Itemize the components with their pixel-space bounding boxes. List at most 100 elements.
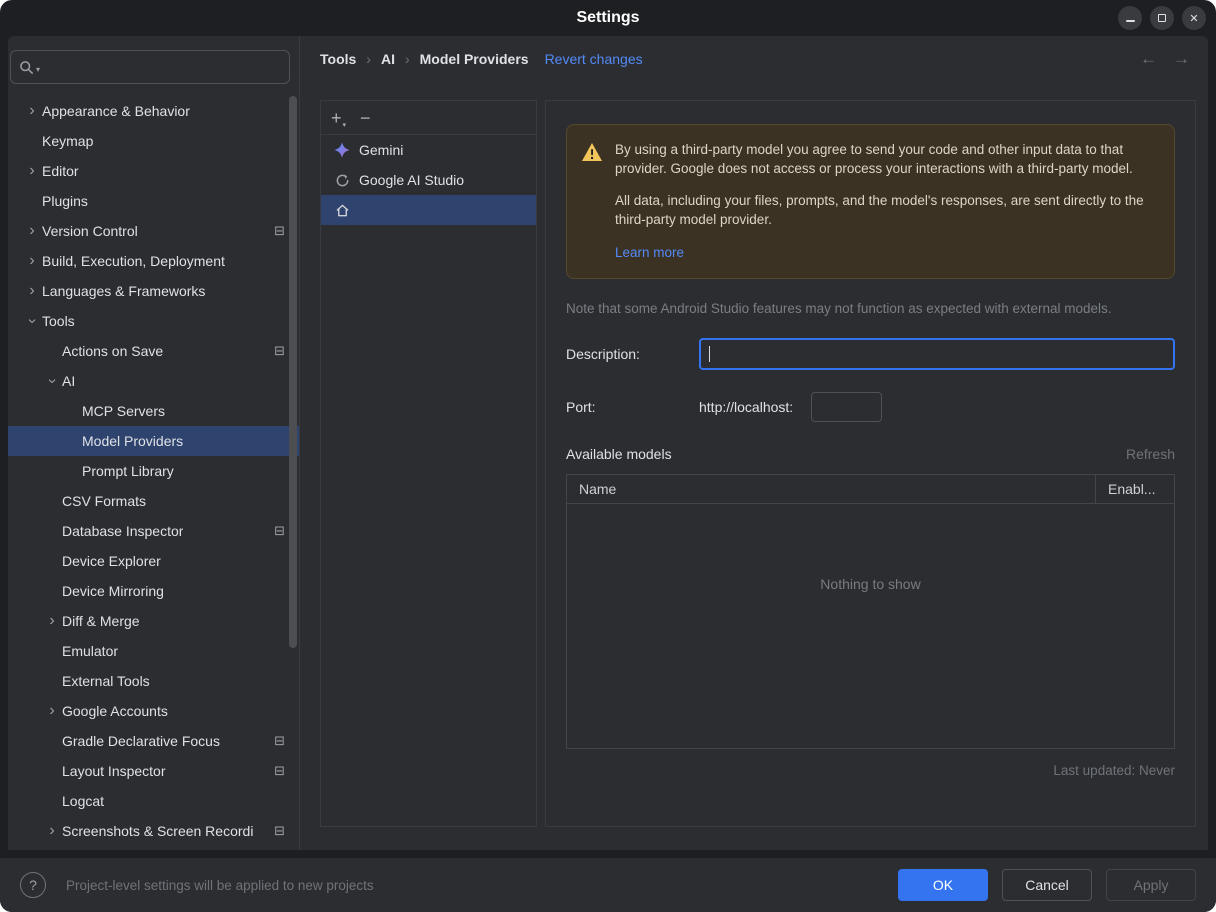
provider-list: Gemini Google AI Studio [321, 135, 536, 225]
sidebar-item-external-tools[interactable]: External Tools [8, 666, 299, 696]
sidebar-item-device-mirroring[interactable]: Device Mirroring [8, 576, 299, 606]
sidebar-item-ai[interactable]: › AI [8, 366, 299, 396]
revert-changes-link[interactable]: Revert changes [545, 51, 643, 67]
sidebar-item-emulator[interactable]: Emulator [8, 636, 299, 666]
sidebar-item-screenshots-screen-recordi[interactable]: › Screenshots & Screen Recordi ⊟ [8, 816, 299, 846]
cancel-button[interactable]: Cancel [1002, 869, 1092, 901]
close-icon: ✕ [1189, 12, 1199, 25]
chevron-right-icon[interactable]: › [22, 101, 42, 121]
sidebar-item-label: AI [62, 373, 76, 389]
last-updated-text: Last updated: Never [1053, 763, 1175, 779]
port-input[interactable] [811, 392, 883, 423]
dialog-footer: ? Project-level settings will be applied… [0, 858, 1216, 912]
sidebar-item-diff-merge[interactable]: › Diff & Merge [8, 606, 299, 636]
sidebar-item-prompt-library[interactable]: Prompt Library [8, 456, 299, 486]
search-input[interactable] [42, 58, 281, 76]
sidebar-item-gradle-declarative-focus[interactable]: Gradle Declarative Focus ⊟ [8, 726, 299, 756]
breadcrumb-ai[interactable]: AI [381, 51, 395, 67]
settings-tree: › Appearance & Behavior Keymap › Editor Plugi… [8, 96, 299, 850]
learn-more-link[interactable]: Learn more [615, 245, 684, 260]
sidebar-item-keymap[interactable]: Keymap [8, 126, 299, 156]
sidebar-item-label: Plugins [42, 193, 88, 209]
remove-provider-button[interactable]: − [360, 109, 371, 127]
provider-item-custom[interactable] [321, 195, 536, 225]
sidebar-item-plugins[interactable]: Plugins [8, 186, 299, 216]
sidebar-item-device-explorer[interactable]: Device Explorer [8, 546, 299, 576]
sidebar-item-database-inspector[interactable]: Database Inspector ⊟ [8, 516, 299, 546]
sidebar-item-label: Logcat [62, 793, 105, 809]
sidebar-item-appearance-behavior[interactable]: › Appearance & Behavior [8, 96, 299, 126]
provider-item-google-ai-studio[interactable]: Google AI Studio [321, 165, 536, 195]
maximize-button[interactable] [1150, 6, 1174, 30]
sidebar-item-label: Screenshots & Screen Recordi [62, 823, 254, 839]
forward-arrow-icon[interactable]: → [1173, 49, 1190, 69]
available-models-label: Available models [566, 446, 672, 463]
sidebar-item-label: Database Inspector [62, 523, 184, 539]
sidebar-item-google-accounts[interactable]: › Google Accounts [8, 696, 299, 726]
models-table: Name Enabl... Nothing to show [566, 474, 1175, 750]
sidebar-item-logcat[interactable]: Logcat [8, 786, 299, 816]
breadcrumb-model-providers[interactable]: Model Providers [420, 51, 529, 67]
column-header-enabl[interactable]: Enabl... [1096, 475, 1174, 503]
column-header-name[interactable]: Name [567, 475, 1096, 504]
project-settings-icon: ⊟ [274, 343, 285, 358]
third-party-warning-banner: By using a third-party model you agree t… [566, 124, 1175, 280]
add-provider-button[interactable]: + ▾ [331, 109, 346, 129]
apply-button[interactable]: Apply [1106, 869, 1196, 901]
chevron-down-icon[interactable]: › [22, 311, 42, 331]
sidebar-item-build-execution-deployment[interactable]: › Build, Execution, Deployment [8, 246, 299, 276]
chevron-right-icon[interactable]: › [42, 611, 62, 631]
sidebar-item-editor[interactable]: › Editor [8, 156, 299, 186]
sidebar-item-model-providers[interactable]: Model Providers [8, 426, 299, 456]
chevron-right-icon[interactable]: › [22, 251, 42, 271]
ok-button[interactable]: OK [898, 869, 988, 901]
provider-item-gemini[interactable]: Gemini [321, 135, 536, 165]
chevron-right-icon[interactable]: › [22, 281, 42, 301]
sidebar-item-version-control[interactable]: › Version Control ⊟ [8, 216, 299, 246]
sidebar-item-label: Keymap [42, 133, 94, 149]
chevron-down-icon[interactable]: › [42, 371, 62, 391]
close-button[interactable]: ✕ [1182, 6, 1206, 30]
refresh-link[interactable]: Refresh [1126, 446, 1175, 462]
sidebar-item-label: Device Mirroring [62, 583, 164, 599]
search-history-chevron-icon: ▾ [36, 64, 41, 74]
chevron-right-icon[interactable]: › [42, 821, 62, 841]
sidebar-scrollbar[interactable] [289, 96, 297, 648]
description-input[interactable] [699, 338, 1175, 371]
description-label: Description: [566, 346, 640, 363]
sidebar-item-label: Version Control [42, 223, 138, 239]
minimize-button[interactable] [1118, 6, 1142, 30]
sidebar-item-layout-inspector[interactable]: Layout Inspector ⊟ [8, 756, 299, 786]
chevron-right-icon[interactable]: › [22, 221, 42, 241]
breadcrumb-row: Tools › AI › Model Providers Revert changes … [300, 36, 1208, 82]
back-arrow-icon[interactable]: ← [1140, 49, 1157, 69]
warning-icon [581, 141, 603, 262]
sidebar-item-tools[interactable]: › Tools [8, 306, 299, 336]
available-models-row: Available models Refresh [566, 446, 1175, 462]
project-settings-icon: ⊟ [274, 823, 285, 838]
chevron-right-icon[interactable]: › [42, 701, 62, 721]
breadcrumb-tools[interactable]: Tools [320, 51, 356, 67]
help-button[interactable]: ? [20, 872, 46, 898]
settings-search-box[interactable]: ▾ [10, 50, 290, 84]
chevron-right-icon[interactable]: › [22, 161, 42, 181]
settings-window: Settings ✕ ▾ › Appearance & Behavior Keyma… [0, 0, 1216, 912]
sidebar-item-mcp-servers[interactable]: MCP Servers [8, 396, 299, 426]
sidebar-item-actions-on-save[interactable]: Actions on Save ⊟ [8, 336, 299, 366]
models-table-header: Name Enabl... [567, 475, 1174, 505]
sidebar-item-languages-frameworks[interactable]: › Languages & Frameworks [8, 276, 299, 306]
window-title: Settings [576, 9, 640, 26]
localhost-prefix: http://localhost: [699, 399, 794, 416]
settings-content: ▾ › Appearance & Behavior Keymap › Editor Plu… [8, 36, 1208, 850]
breadcrumb-separator: › [404, 51, 410, 67]
search-icon [20, 60, 33, 74]
sidebar-item-label: Diff & Merge [62, 613, 140, 629]
provider-item-label: Google AI Studio [359, 172, 465, 188]
sidebar-item-csv-formats[interactable]: CSV Formats [8, 486, 299, 516]
